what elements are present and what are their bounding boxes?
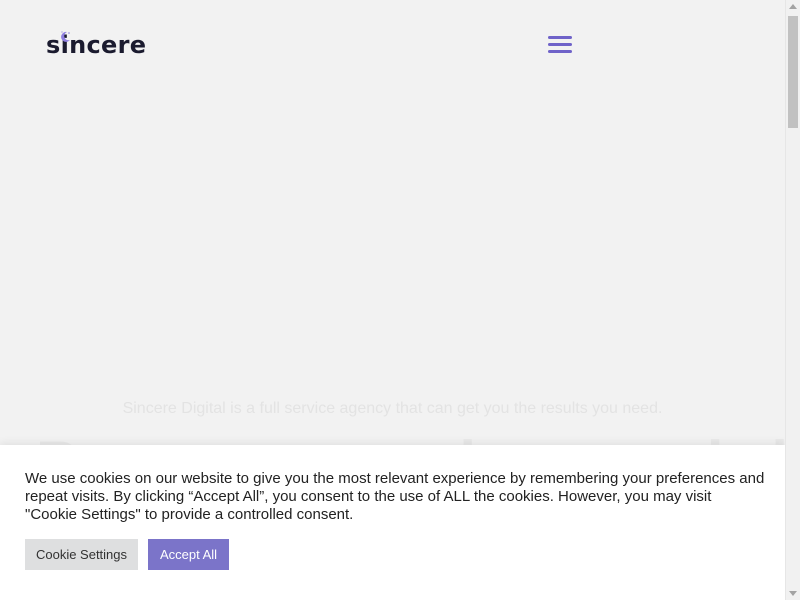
scroll-up-arrow-icon[interactable] xyxy=(789,4,797,9)
cookie-message: We use cookies on our website to give yo… xyxy=(25,470,765,523)
hamburger-menu-icon[interactable] xyxy=(548,36,572,56)
page: sincere Sincere Digital is a full servic… xyxy=(0,0,785,600)
scrollbar-thumb[interactable] xyxy=(788,16,798,128)
menu-line xyxy=(548,36,572,39)
site-logo[interactable]: sincere xyxy=(46,30,146,60)
crescent-moon-icon xyxy=(61,31,70,42)
menu-line xyxy=(548,43,572,46)
menu-line xyxy=(548,50,572,53)
vertical-scrollbar[interactable] xyxy=(785,0,800,600)
cookie-consent-banner: We use cookies on our website to give yo… xyxy=(0,445,785,600)
scroll-down-arrow-icon[interactable] xyxy=(789,591,797,596)
hero-tagline: Sincere Digital is a full service agency… xyxy=(122,400,663,417)
accept-all-button[interactable]: Accept All xyxy=(148,539,229,570)
cookie-settings-button[interactable]: Cookie Settings xyxy=(25,539,138,570)
